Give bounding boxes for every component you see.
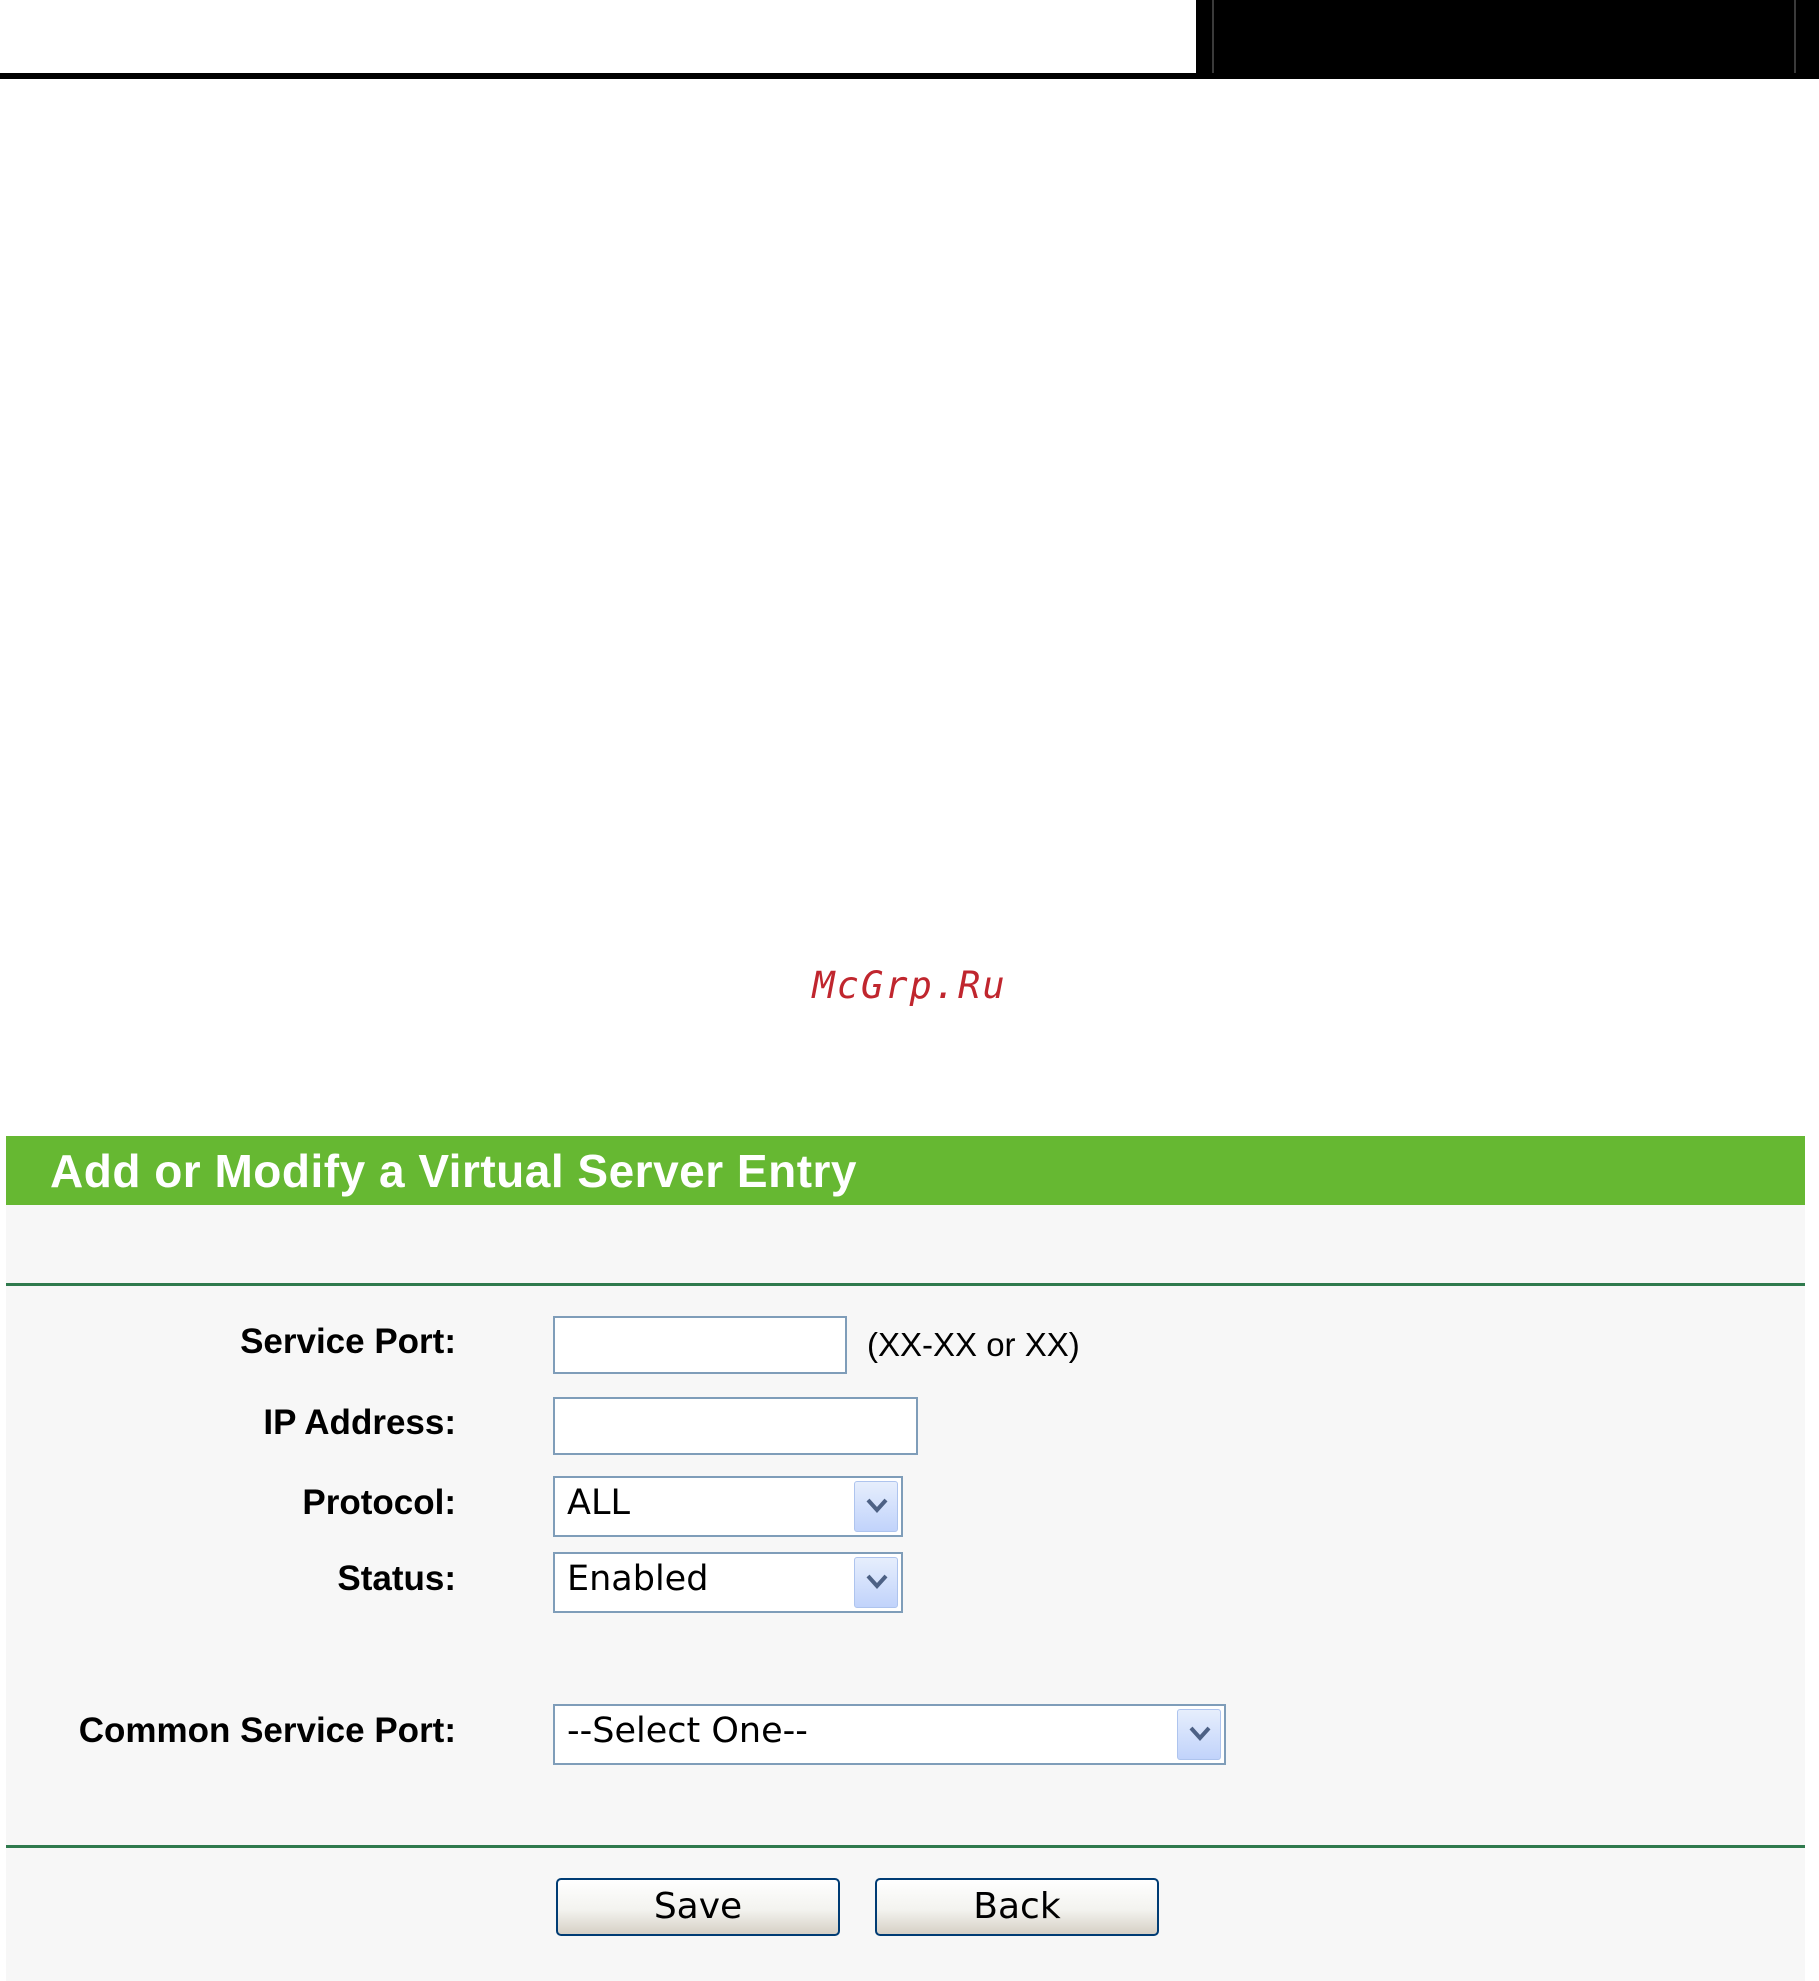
protocol-select[interactable]: ALL bbox=[553, 1476, 903, 1537]
ip-address-input[interactable] bbox=[553, 1397, 918, 1455]
virtual-server-panel: Add or Modify a Virtual Server Entry Ser… bbox=[6, 1136, 1805, 1981]
header-black-box bbox=[1196, 0, 1819, 79]
common-service-port-label: Common Service Port: bbox=[78, 1711, 456, 1750]
header-divider bbox=[1212, 0, 1214, 73]
status-label: Status: bbox=[337, 1559, 456, 1598]
service-port-input[interactable] bbox=[553, 1316, 847, 1374]
divider-top bbox=[6, 1283, 1805, 1286]
common-service-port-selected-value: --Select One-- bbox=[567, 1711, 808, 1751]
ip-address-label: IP Address: bbox=[263, 1403, 456, 1442]
watermark: McGrp.Ru bbox=[812, 964, 1007, 1007]
chevron-down-icon[interactable] bbox=[854, 1557, 898, 1608]
chevron-down-icon[interactable] bbox=[854, 1481, 898, 1532]
back-button[interactable]: Back bbox=[875, 1878, 1159, 1936]
protocol-label: Protocol: bbox=[302, 1483, 456, 1522]
status-select[interactable]: Enabled bbox=[553, 1552, 903, 1613]
service-port-hint: (XX-XX or XX) bbox=[867, 1326, 1080, 1363]
panel-title-bar: Add or Modify a Virtual Server Entry bbox=[6, 1136, 1805, 1205]
header-divider bbox=[1794, 0, 1796, 73]
divider-bottom bbox=[6, 1845, 1805, 1848]
panel-title: Add or Modify a Virtual Server Entry bbox=[50, 1145, 858, 1197]
common-service-port-select[interactable]: --Select One-- bbox=[553, 1704, 1226, 1765]
save-button[interactable]: Save bbox=[556, 1878, 840, 1936]
status-selected-value: Enabled bbox=[567, 1559, 709, 1599]
service-port-label: Service Port: bbox=[240, 1322, 456, 1361]
chevron-down-icon[interactable] bbox=[1177, 1709, 1221, 1760]
protocol-selected-value: ALL bbox=[567, 1483, 630, 1523]
